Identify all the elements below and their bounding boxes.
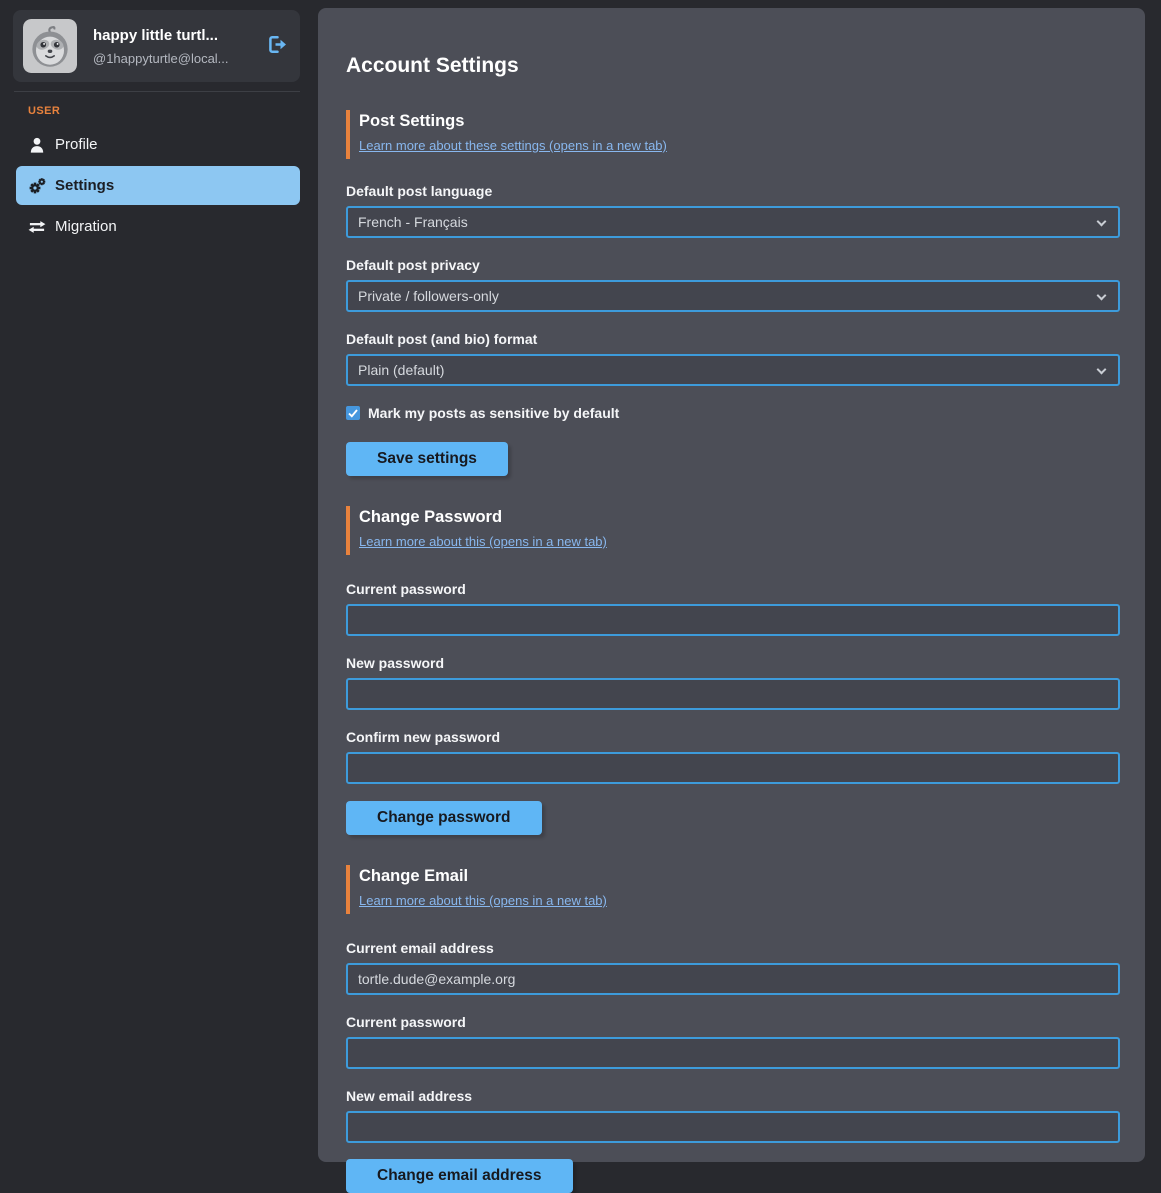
page-title: Account Settings <box>346 54 1120 78</box>
change-email-header: Change Email Learn more about this (open… <box>346 865 1120 914</box>
post-settings-header: Post Settings Learn more about these set… <box>346 110 1120 159</box>
sidebar: happy little turtl... @1happyturtle@loca… <box>0 0 302 1176</box>
confirm-new-password-field: Confirm new password <box>346 729 1120 784</box>
user-meta: happy little turtl... @1happyturtle@loca… <box>93 27 258 66</box>
user-name: happy little turtl... <box>93 27 258 44</box>
field-label: Default post language <box>346 183 1120 199</box>
sidebar-section-label: USER <box>28 105 302 117</box>
select-value: Plain (default) <box>358 362 444 378</box>
section-title: Post Settings <box>359 112 1120 131</box>
sidebar-nav: Profile <box>0 125 302 246</box>
new-password-input[interactable] <box>346 678 1120 710</box>
default-post-format-select[interactable]: Plain (default) <box>346 354 1120 386</box>
chevron-down-icon <box>1097 217 1107 227</box>
sloth-avatar <box>23 19 77 73</box>
select-value: French - Français <box>358 214 468 230</box>
default-post-format-field: Default post (and bio) format Plain (def… <box>346 331 1120 386</box>
change-email-button[interactable]: Change email address <box>346 1159 573 1193</box>
sidebar-item-migration[interactable]: Migration <box>16 207 300 246</box>
email-current-password-field: Current password <box>346 1014 1120 1069</box>
section-title: Change Email <box>359 867 1120 886</box>
user-card[interactable]: happy little turtl... @1happyturtle@loca… <box>13 10 300 82</box>
field-label: Current email address <box>346 940 1120 956</box>
new-email-field: New email address <box>346 1088 1120 1143</box>
user-handle: @1happyturtle@local... <box>93 51 258 66</box>
change-email-row: Change email address <box>346 1159 1120 1193</box>
current-password-field: Current password <box>346 581 1120 636</box>
field-label: New email address <box>346 1088 1120 1104</box>
current-email-field: Current email address <box>346 940 1120 995</box>
change-password-header: Change Password Learn more about this (o… <box>346 506 1120 555</box>
transfer-icon <box>28 220 46 234</box>
account-settings-panel: Account Settings Post Settings Learn mor… <box>318 8 1145 1162</box>
chevron-down-icon <box>1097 291 1107 301</box>
confirm-new-password-input[interactable] <box>346 752 1120 784</box>
save-row: Save settings <box>346 442 1120 476</box>
new-email-input[interactable] <box>346 1111 1120 1143</box>
new-password-field: New password <box>346 655 1120 710</box>
sidebar-item-label: Migration <box>55 218 117 235</box>
change-password-learn-more-link[interactable]: Learn more about this (opens in a new ta… <box>359 534 607 549</box>
sidebar-item-label: Profile <box>55 136 98 153</box>
current-password-input[interactable] <box>346 604 1120 636</box>
save-settings-button[interactable]: Save settings <box>346 442 508 476</box>
default-post-privacy-field: Default post privacy Private / followers… <box>346 257 1120 312</box>
default-post-privacy-select[interactable]: Private / followers-only <box>346 280 1120 312</box>
field-label: Default post privacy <box>346 257 1120 273</box>
logout-button[interactable] <box>264 33 288 59</box>
sign-out-icon <box>265 33 288 59</box>
change-password-row: Change password <box>346 801 1120 835</box>
default-post-language-field: Default post language French - Français <box>346 183 1120 238</box>
field-label: Confirm new password <box>346 729 1120 745</box>
current-email-input[interactable] <box>346 963 1120 995</box>
default-post-language-select[interactable]: French - Français <box>346 206 1120 238</box>
change-email-learn-more-link[interactable]: Learn more about this (opens in a new ta… <box>359 893 607 908</box>
field-label: New password <box>346 655 1120 671</box>
chevron-down-icon <box>1097 365 1107 375</box>
sensitive-checkbox[interactable] <box>346 406 360 420</box>
post-settings-learn-more-link[interactable]: Learn more about these settings (opens i… <box>359 138 667 153</box>
person-icon <box>28 137 46 153</box>
change-password-button[interactable]: Change password <box>346 801 542 835</box>
field-label: Current password <box>346 581 1120 597</box>
mark-sensitive-row: Mark my posts as sensitive by default <box>346 405 1120 421</box>
email-current-password-input[interactable] <box>346 1037 1120 1069</box>
sidebar-divider <box>14 91 300 92</box>
section-title: Change Password <box>359 508 1120 527</box>
sidebar-item-settings[interactable]: Settings <box>16 166 300 205</box>
sidebar-item-label: Settings <box>55 177 114 194</box>
sensitive-checkbox-label: Mark my posts as sensitive by default <box>368 405 619 421</box>
select-value: Private / followers-only <box>358 288 499 304</box>
sidebar-item-profile[interactable]: Profile <box>16 125 300 164</box>
field-label: Default post (and bio) format <box>346 331 1120 347</box>
gears-icon <box>28 177 46 195</box>
field-label: Current password <box>346 1014 1120 1030</box>
